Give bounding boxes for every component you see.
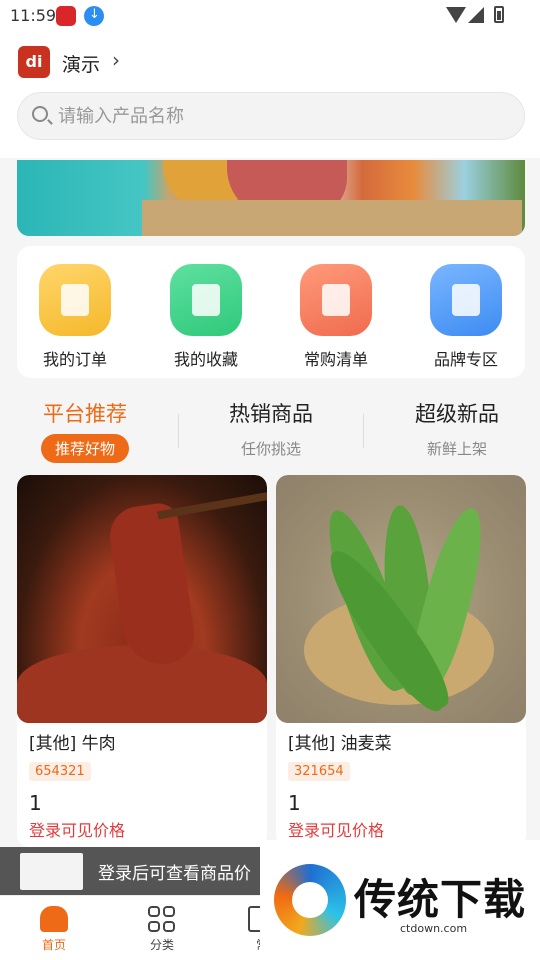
quick-nav-label: 我的收藏: [173, 350, 238, 369]
watermark: 传统下载 ctdown.com: [260, 840, 540, 960]
login-prompt-text: 登录后可查看商品价: [98, 864, 251, 884]
product-name: [其他] 油麦菜: [288, 734, 392, 754]
tab-home[interactable]: 首页: [14, 906, 94, 953]
store-name[interactable]: 演示: [62, 50, 100, 77]
quick-nav-my-orders[interactable]: 我的订单: [25, 264, 125, 370]
banner-crate-image: [142, 200, 522, 236]
promo-banner[interactable]: [17, 160, 525, 236]
quick-nav-label: 常购清单: [303, 350, 368, 369]
frequent-list-icon: [300, 264, 372, 336]
login-prompt-image: [20, 853, 83, 890]
product-quantity: 1: [288, 791, 301, 815]
quick-nav: 我的订单 我的收藏 常购清单 品牌专区: [17, 246, 525, 378]
quick-nav-my-favorites[interactable]: 我的收藏: [156, 264, 256, 370]
quick-nav-brand-zone[interactable]: 品牌专区: [416, 264, 516, 370]
tab-hot-sales[interactable]: 热销商品 任你挑选: [191, 398, 351, 459]
wifi-icon: [446, 7, 466, 23]
battery-icon: [494, 6, 504, 23]
search-icon: [32, 106, 48, 122]
watermark-logo-icon: [274, 864, 346, 936]
tab-home-label: 首页: [41, 938, 66, 952]
tab-divider: [178, 414, 179, 448]
login-to-see-price[interactable]: 登录可见价格: [288, 817, 514, 841]
tab-title: 平台推荐: [43, 402, 127, 426]
product-code: 654321: [29, 762, 91, 781]
chevron-right-icon[interactable]: ›: [112, 48, 120, 72]
product-tabs: 平台推荐 推荐好物 热销商品 任你挑选 超级新品 新鲜上架: [0, 390, 540, 468]
tab-subtitle: 新鲜上架: [426, 440, 487, 458]
quick-nav-label: 品牌专区: [433, 350, 498, 369]
watermark-title: 传统下载: [354, 875, 527, 924]
tab-category[interactable]: 分类: [122, 906, 202, 953]
watermark-url: ctdown.com: [400, 922, 468, 935]
app-notification-icon: [56, 6, 76, 26]
category-grid-icon: [148, 906, 176, 932]
quick-nav-frequent-list[interactable]: 常购清单: [286, 264, 386, 370]
product-name: [其他] 牛肉: [29, 734, 116, 754]
store-logo[interactable]: di: [18, 46, 50, 78]
tab-subtitle: 推荐好物: [40, 434, 129, 463]
product-card-beef[interactable]: [其他] 牛肉 654321 1 登录可见价格: [17, 475, 267, 847]
login-to-see-price[interactable]: 登录可见价格: [29, 817, 255, 841]
tab-platform-recommend[interactable]: 平台推荐 推荐好物: [5, 398, 165, 463]
search-input[interactable]: [58, 93, 508, 139]
download-icon: [84, 6, 104, 26]
home-icon: [40, 906, 68, 932]
search-bar[interactable]: [17, 92, 525, 140]
product-code: 321654: [288, 762, 350, 781]
brand-zone-icon: [430, 264, 502, 336]
tab-new-products[interactable]: 超级新品 新鲜上架: [377, 398, 537, 459]
tab-category-label: 分类: [149, 938, 174, 952]
signal-icon: [468, 7, 484, 23]
order-icon: [39, 264, 111, 336]
product-quantity: 1: [29, 791, 42, 815]
quick-nav-label: 我的订单: [42, 350, 107, 369]
tab-subtitle: 任你挑选: [240, 440, 301, 458]
tab-divider: [363, 414, 364, 448]
tab-title: 超级新品: [415, 402, 499, 426]
status-bar: 11:59: [0, 0, 540, 32]
status-time: 11:59: [10, 6, 57, 25]
product-card-lettuce[interactable]: [其他] 油麦菜 321654 1 登录可见价格: [276, 475, 526, 847]
favorite-icon: [170, 264, 242, 336]
product-image: [276, 475, 526, 723]
header: di 演示 ›: [0, 32, 540, 158]
tab-title: 热销商品: [229, 402, 313, 426]
product-image: [17, 475, 267, 723]
